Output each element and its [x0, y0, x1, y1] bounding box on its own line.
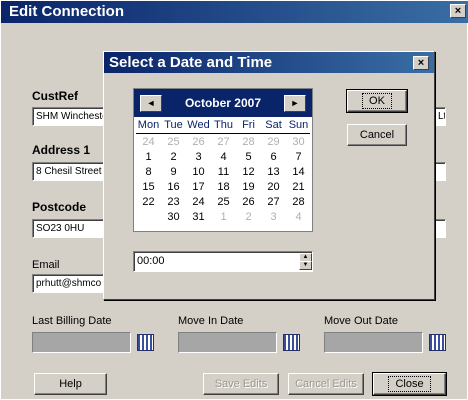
select-date-time-dialog: Select a Date and Time × October 2007 ◄ …: [103, 51, 435, 300]
email-field[interactable]: prhutt@shmco: [32, 274, 112, 293]
save-edits-button[interactable]: Save Edits: [203, 373, 279, 395]
time-input[interactable]: 00:00: [133, 251, 313, 272]
calendar-day[interactable]: 26: [186, 136, 211, 149]
calendar-day[interactable]: 19: [236, 181, 261, 194]
right-field-3[interactable]: [434, 219, 446, 238]
calendar-day[interactable]: 18: [211, 181, 236, 194]
calendar-day[interactable]: 3: [186, 151, 211, 164]
calendar-day[interactable]: 25: [161, 136, 186, 149]
calendar-day[interactable]: 26: [236, 196, 261, 209]
calendar-day[interactable]: 7: [286, 151, 311, 164]
window-title: Edit Connection: [1, 1, 468, 23]
move-out-field[interactable]: [324, 332, 423, 353]
next-month-button[interactable]: ►: [284, 95, 306, 112]
calendar-day[interactable]: 9: [161, 166, 186, 179]
postcode-label: Postcode: [32, 200, 87, 214]
move-in-field[interactable]: [178, 332, 277, 353]
help-button[interactable]: Help: [34, 373, 107, 395]
weekday-header: Sun: [288, 119, 309, 131]
weekday-header: Sat: [265, 119, 282, 131]
window-close-button[interactable]: ×: [450, 4, 466, 18]
move-out-label: Move Out Date: [324, 315, 398, 327]
calendar-day[interactable]: 4: [211, 151, 236, 164]
dialog-cancel-button[interactable]: Cancel: [347, 124, 407, 146]
last-billing-label: Last Billing Date: [32, 315, 112, 327]
cancel-edits-button[interactable]: Cancel Edits: [288, 373, 364, 395]
ok-button[interactable]: OK: [346, 89, 408, 113]
calendar-day[interactable]: 27: [211, 136, 236, 149]
calendar-day[interactable]: 1: [136, 151, 161, 164]
calendar-day[interactable]: 15: [136, 181, 161, 194]
calendar-day[interactable]: 16: [161, 181, 186, 194]
weekday-header: Wed: [187, 119, 210, 131]
calendar-day[interactable]: 21: [286, 181, 311, 194]
right-field-2[interactable]: [434, 162, 446, 181]
close-button-label: Close: [388, 376, 431, 392]
calendar-day[interactable]: 28: [236, 136, 261, 149]
calendar-day[interactable]: 10: [186, 166, 211, 179]
close-button[interactable]: Close: [372, 372, 447, 396]
calendar-day[interactable]: 27: [261, 196, 286, 209]
calendar-day[interactable]: 13: [261, 166, 286, 179]
email-label: Email: [32, 259, 60, 271]
time-spin-down-button[interactable]: ▼: [299, 261, 312, 270]
address1-label: Address 1: [32, 143, 91, 157]
calendar-day[interactable]: 1: [211, 211, 236, 224]
address1-field[interactable]: 8 Chesil Street: [32, 162, 112, 181]
dialog-title: Select a Date and Time: [104, 52, 434, 73]
custref-field[interactable]: SHM Winchester: [32, 107, 112, 126]
calendar-day[interactable]: 31: [186, 211, 211, 224]
postcode-field[interactable]: SO23 0HU: [32, 219, 112, 238]
calendar-day[interactable]: 3: [261, 211, 286, 224]
right-field[interactable]: Lt: [434, 107, 446, 126]
prev-month-button[interactable]: ◄: [140, 95, 162, 112]
calendar-icon[interactable]: [283, 334, 300, 351]
weekday-header: Fri: [242, 119, 255, 131]
last-billing-field[interactable]: [32, 332, 131, 353]
calendar-day[interactable]: 30: [161, 211, 186, 224]
calendar-day[interactable]: 25: [211, 196, 236, 209]
custref-label: CustRef: [32, 89, 79, 103]
calendar-day[interactable]: 11: [211, 166, 236, 179]
selected-day[interactable]: 29: [136, 211, 161, 224]
calendar-day[interactable]: 5: [236, 151, 261, 164]
calendar-day[interactable]: 30: [286, 136, 311, 149]
weekday-header: Tue: [164, 119, 183, 131]
ok-button-label: OK: [362, 93, 392, 109]
calendar-icon[interactable]: [429, 334, 446, 351]
weekday-header: Mon: [137, 119, 160, 131]
dialog-close-button[interactable]: ×: [413, 56, 429, 70]
move-in-label: Move In Date: [178, 315, 244, 327]
calendar-day[interactable]: 2: [161, 151, 186, 164]
calendar-day[interactable]: 17: [186, 181, 211, 194]
calendar-day[interactable]: 23: [161, 196, 186, 209]
calendar-icon[interactable]: [137, 334, 154, 351]
calendar-day[interactable]: 24: [186, 196, 211, 209]
calendar: October 2007 ◄ ► Mon Tue Wed Thu Fri Sat Sun 2…: [133, 88, 313, 232]
calendar-day[interactable]: 28: [286, 196, 311, 209]
calendar-day[interactable]: 14: [286, 166, 311, 179]
calendar-day[interactable]: 29: [261, 136, 286, 149]
calendar-day[interactable]: 12: [236, 166, 261, 179]
calendar-day[interactable]: 4: [286, 211, 311, 224]
weekday-header: Thu: [214, 119, 233, 131]
weekday-divider: [136, 133, 310, 134]
calendar-day[interactable]: 20: [261, 181, 286, 194]
calendar-day[interactable]: 8: [136, 166, 161, 179]
calendar-day[interactable]: 2: [236, 211, 261, 224]
calendar-day[interactable]: 22: [136, 196, 161, 209]
calendar-day[interactable]: 6: [261, 151, 286, 164]
calendar-day[interactable]: 24: [136, 136, 161, 149]
